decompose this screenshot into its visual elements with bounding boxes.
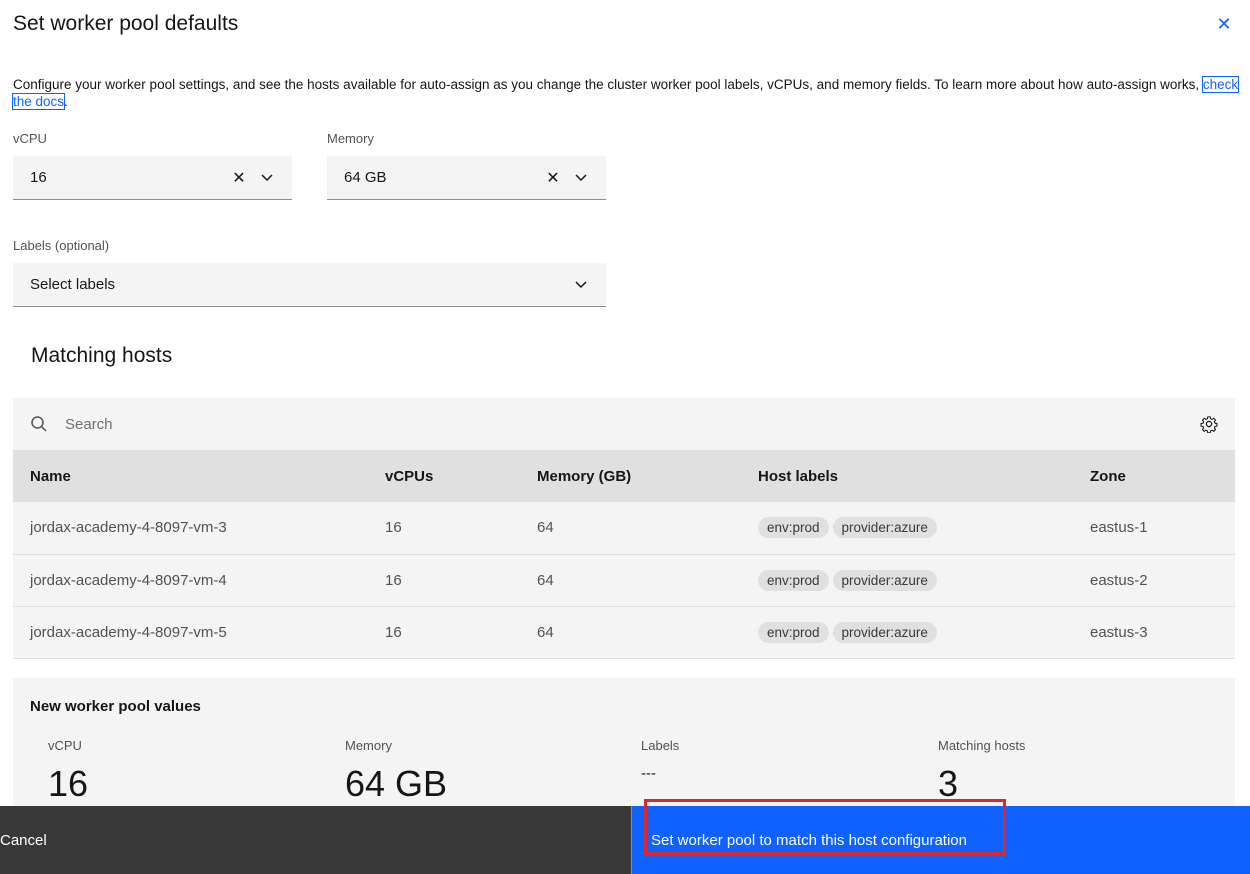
table-row[interactable]: jordax-academy-4-8097-vm-4 16 64 env:pro… xyxy=(13,554,1235,606)
host-labels: env:prod provider:azure xyxy=(758,502,1090,554)
column-header-name[interactable]: Name xyxy=(13,450,385,502)
search-input[interactable] xyxy=(65,415,1183,433)
label-tag: env:prod xyxy=(758,517,829,539)
summary-hosts: Matching hosts 3 xyxy=(938,738,1025,805)
chevron-down-icon xyxy=(258,173,276,182)
table-header-row: Name vCPUs Memory (GB) Host labels Zone xyxy=(13,450,1235,502)
memory-dropdown[interactable]: 64 GB ✕ xyxy=(327,156,606,200)
summary-labels-value: --- xyxy=(641,765,656,782)
cancel-button[interactable]: Cancel xyxy=(0,806,632,874)
label-tag: provider:azure xyxy=(832,517,937,539)
vcpu-dropdown[interactable]: 16 ✕ xyxy=(13,156,292,200)
host-vcpus: 16 xyxy=(385,519,402,537)
matching-hosts-table: Name vCPUs Memory (GB) Host labels Zone … xyxy=(13,398,1235,659)
clear-icon[interactable]: ✕ xyxy=(230,168,248,188)
labels-dropdown[interactable]: Select labels xyxy=(13,263,606,307)
vcpu-label: vCPU xyxy=(13,131,47,146)
label-tag: env:prod xyxy=(758,569,829,591)
memory-value: 64 GB xyxy=(344,169,387,186)
host-labels: env:prod provider:azure xyxy=(758,554,1090,606)
host-zone: eastus-3 xyxy=(1090,623,1148,641)
summary-vcpu-value: 16 xyxy=(48,763,89,804)
intro-body: Configure your worker pool settings, and… xyxy=(13,77,1203,92)
host-zone: eastus-2 xyxy=(1090,571,1148,589)
summary-memory-value: 64 GB xyxy=(345,763,448,804)
summary-memory: Memory 64 GB xyxy=(345,738,447,805)
label-tag: provider:azure xyxy=(832,621,937,643)
close-icon[interactable]: ✕ xyxy=(1214,14,1234,34)
label-tag: env:prod xyxy=(758,621,829,643)
labels-label: Labels (optional) xyxy=(13,238,110,253)
modal-title: Set worker pool defaults xyxy=(13,12,239,35)
host-name: jordax-academy-4-8097-vm-4 xyxy=(30,571,227,589)
label-tag: provider:azure xyxy=(832,569,937,591)
memory-label: Memory xyxy=(327,131,374,146)
new-worker-pool-values: New worker pool values vCPU 16 Memory 64… xyxy=(13,678,1235,818)
column-header-memory[interactable]: Memory (GB) xyxy=(537,450,758,502)
chevron-down-icon xyxy=(572,173,590,182)
summary-labels: Labels --- xyxy=(641,738,679,782)
set-worker-pool-button[interactable]: Set worker pool to match this host confi… xyxy=(632,799,1250,874)
host-name: jordax-academy-4-8097-vm-3 xyxy=(30,519,227,537)
host-memory: 64 xyxy=(537,623,554,641)
modal-footer: Cancel Set worker pool to match this hos… xyxy=(0,799,1250,874)
summary-title: New worker pool values xyxy=(30,698,201,715)
host-vcpus: 16 xyxy=(385,571,402,589)
host-labels: env:prod provider:azure xyxy=(758,606,1090,658)
table-row[interactable]: jordax-academy-4-8097-vm-5 16 64 env:pro… xyxy=(13,606,1235,658)
matching-hosts-title: Matching hosts xyxy=(31,344,173,367)
summary-hosts-label: Matching hosts xyxy=(938,738,1026,753)
vcpu-value: 16 xyxy=(30,169,47,186)
intro-text: Configure your worker pool settings, and… xyxy=(11,76,1241,110)
table-toolbar xyxy=(13,398,1235,450)
summary-vcpu: vCPU 16 xyxy=(48,738,88,805)
summary-hosts-value: 3 xyxy=(938,763,959,804)
summary-labels-label: Labels xyxy=(641,738,680,753)
intro-end: . xyxy=(64,94,68,109)
set-worker-pool-label: Set worker pool to match this host confi… xyxy=(651,831,967,849)
host-name: jordax-academy-4-8097-vm-5 xyxy=(30,623,227,641)
labels-placeholder: Select labels xyxy=(30,276,116,293)
chevron-down-icon xyxy=(572,280,590,289)
column-header-host-labels[interactable]: Host labels xyxy=(758,450,1090,502)
search-icon xyxy=(13,415,65,433)
clear-icon[interactable]: ✕ xyxy=(544,168,562,188)
table-row[interactable]: jordax-academy-4-8097-vm-3 16 64 env:pro… xyxy=(13,502,1235,554)
column-header-zone[interactable]: Zone xyxy=(1090,450,1235,502)
gear-icon[interactable] xyxy=(1183,415,1235,433)
host-vcpus: 16 xyxy=(385,623,402,641)
summary-vcpu-label: vCPU xyxy=(48,738,82,753)
summary-memory-label: Memory xyxy=(345,738,392,753)
host-memory: 64 xyxy=(537,571,554,589)
host-memory: 64 xyxy=(537,519,554,537)
host-zone: eastus-1 xyxy=(1090,519,1148,537)
column-header-vcpus[interactable]: vCPUs xyxy=(385,450,537,502)
